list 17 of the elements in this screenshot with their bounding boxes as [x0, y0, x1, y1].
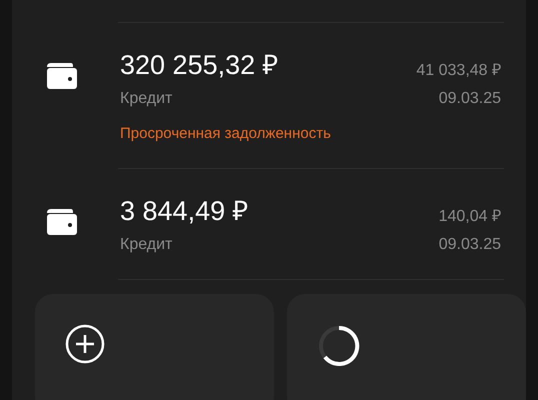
payment-date: 09.03.25: [438, 234, 501, 254]
add-icon: [65, 324, 105, 364]
account-row[interactable]: 320 255,32 ₽ 41 033,48 ₽ Кредит 09.03.25 Просроченная задолженность: [12, 23, 526, 168]
overdue-warning: Просроченная задолженность: [120, 124, 332, 144]
account-balance: 3 844,49 ₽: [120, 194, 249, 226]
account-row[interactable]: 3 844,49 ₽ 140,04 ₽ Кредит 09.03.25: [12, 168, 526, 278]
account-balance: 320 255,32 ₽: [120, 49, 279, 81]
loading-spinner-icon: [317, 324, 361, 368]
action-card[interactable]: [35, 294, 274, 400]
account-type: Кредит: [120, 89, 172, 109]
payment-date: 09.03.25: [438, 89, 501, 109]
account-type: Кредит: [120, 234, 172, 254]
wallet-icon: [44, 206, 80, 236]
payment-amount: 140,04 ₽: [438, 206, 501, 226]
action-card[interactable]: [287, 294, 526, 400]
wallet-icon: [44, 61, 80, 91]
payment-amount: 41 033,48 ₽: [416, 61, 501, 81]
